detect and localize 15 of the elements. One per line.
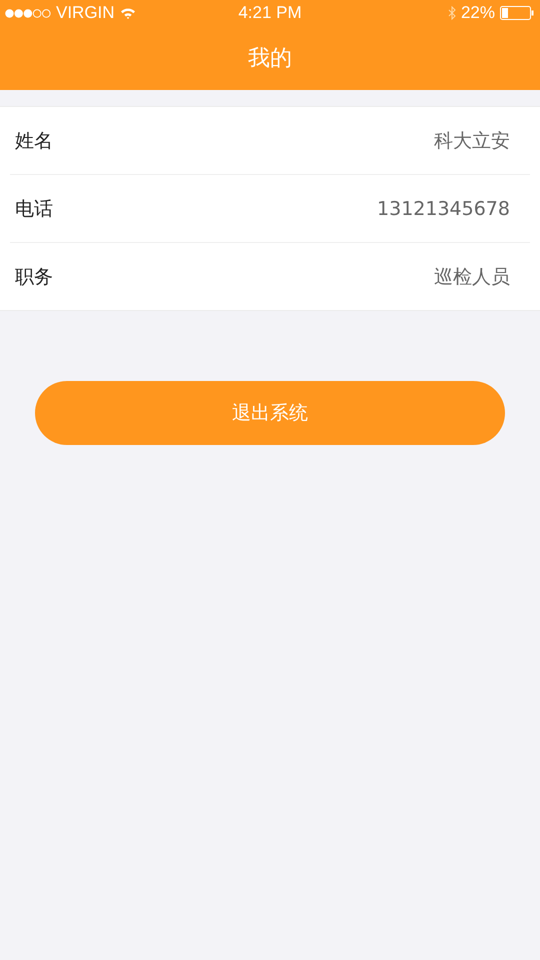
field-value: 巡检人员 <box>434 264 510 290</box>
field-value: 科大立安 <box>434 128 510 154</box>
wifi-icon <box>120 7 136 19</box>
field-label: 电话 <box>15 196 53 222</box>
clock-time: 4:21 PM <box>238 3 302 23</box>
field-value: 13121345678 <box>377 198 510 220</box>
logout-button[interactable]: 退出系统 <box>35 381 505 445</box>
field-label: 职务 <box>15 264 53 290</box>
page-title: 我的 <box>248 45 292 73</box>
signal-icon <box>5 8 51 18</box>
battery-icon <box>500 6 534 20</box>
field-label: 姓名 <box>15 128 53 154</box>
carrier-name: VIRGIN <box>56 3 115 23</box>
battery-percent: 22% <box>460 3 495 23</box>
bluetooth-icon <box>448 6 456 20</box>
